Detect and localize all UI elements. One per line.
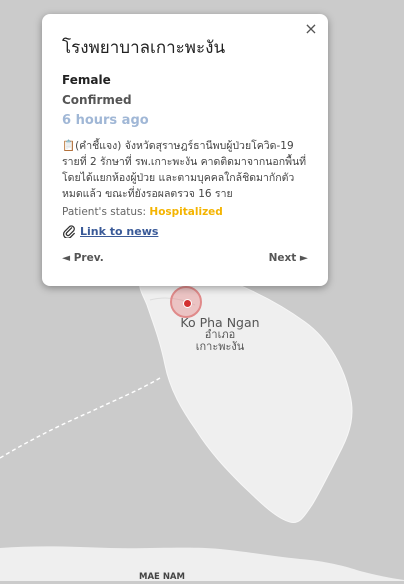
bottom-place-label: MAE NAM (139, 572, 185, 582)
time-ago-text: 6 hours ago (62, 113, 149, 128)
patient-status-value: Hospitalized (149, 206, 223, 218)
gender-text: Female (62, 73, 111, 87)
case-description: 📋(คำชี้แจง) จังหวัดสุราษฎร์ธานีพบผู้ป่วย… (62, 140, 307, 200)
prev-button[interactable]: ◄ Prev. (62, 252, 104, 264)
paperclip-icon (62, 225, 75, 238)
case-info-popup: × โรงพยาบาลเกาะพะงัน Female Confirmed 6 … (42, 14, 328, 286)
place-label-th-name: เกาะพะงัน (195, 340, 245, 353)
next-button[interactable]: Next ► (269, 252, 308, 264)
news-link-row: Link to news (62, 224, 308, 238)
popup-title: โรงพยาบาลเกาะพะงัน (62, 38, 226, 58)
close-icon[interactable]: × (302, 20, 320, 38)
location-marker-icon[interactable] (170, 286, 202, 318)
patient-status-row: Patient's status: Hospitalized (62, 206, 308, 218)
case-status-text: Confirmed (62, 93, 132, 107)
link-to-news[interactable]: Link to news (80, 225, 158, 238)
patient-status-label: Patient's status: (62, 206, 147, 218)
marker-dot (183, 299, 192, 308)
pagination-nav: ◄ Prev. Next ► (62, 252, 308, 264)
